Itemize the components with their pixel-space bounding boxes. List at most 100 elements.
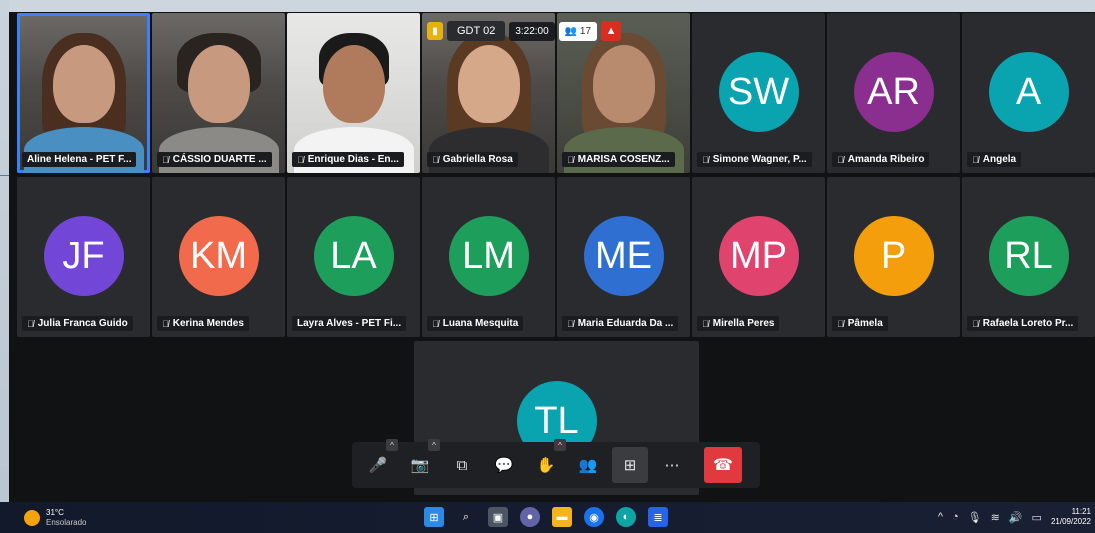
participant-name: 🎙̸ Kerina Mendes (157, 316, 249, 331)
chevron-up-icon[interactable]: ^ (386, 439, 398, 451)
mic-off-icon: 🎙̸ (297, 154, 304, 165)
camera-icon: 📷 (410, 457, 430, 474)
search-icon[interactable]: ⌕ (456, 507, 476, 527)
app-status-icon[interactable]: ◔ (952, 511, 959, 523)
warning-icon[interactable]: ▲ (601, 21, 622, 41)
mic-off-icon: 🎙̸ (27, 318, 34, 329)
avatar: JF (43, 216, 124, 296)
participant-name: 🎙̸ Gabriella Rosa (427, 152, 518, 167)
participant-tile-pamela[interactable]: P 🎙̸ Pâmela (827, 177, 960, 337)
notepad-icon[interactable]: ≣ (648, 507, 668, 527)
weather-widget[interactable]: 31°C Ensolarado (24, 508, 86, 528)
participant-name: 🎙̸ Simone Wagner, P... (697, 152, 812, 167)
participant-name: 🎙̸ Enrique Dias - En... (292, 152, 404, 167)
chevron-up-icon[interactable]: ^ (428, 439, 440, 451)
share-screen-button[interactable]: ⧉ (444, 447, 480, 483)
participant-tile-layra[interactable]: LA Layra Alves - PET Fi... (287, 177, 420, 337)
people-icon: 👥 (578, 457, 598, 474)
participant-tile-kerina[interactable]: KM 🎙̸ Kerina Mendes (152, 177, 285, 337)
participant-name: 🎙̸ MARISA COSENZ... (562, 152, 675, 167)
weather-condition: Ensolarado (46, 518, 87, 527)
more-options-button[interactable]: ⋯ (654, 447, 690, 483)
mic-off-icon: 🎙̸ (837, 318, 844, 329)
raise-hand-button[interactable]: ✋ ^ (528, 439, 566, 483)
file-explorer-icon[interactable]: ▬ (552, 507, 572, 527)
participant-count[interactable]: 👥 17 (558, 21, 598, 41)
avatar: LM (448, 216, 529, 296)
participant-name: 🎙̸ Julia Franca Guido (22, 316, 133, 331)
participant-tile-mirella[interactable]: MP 🎙̸ Mirella Peres (692, 177, 825, 337)
taskbar-apps: ⊞ ⌕ ▣ ● ▬ ◉ ◐ ≣ (424, 507, 668, 527)
avatar: SW (718, 52, 799, 132)
avatar: RL (988, 216, 1069, 296)
participant-name: 🎙̸ Amanda Ribeiro (832, 152, 930, 167)
avatar: KM (178, 216, 259, 296)
meeting-info-bar: ▮ GDT 02 3:22:00 👥 17 ▲ (427, 20, 622, 42)
participant-tile-simone[interactable]: SW 🎙̸ Simone Wagner, P... (692, 13, 825, 173)
end-call-button[interactable]: ☎ (704, 447, 742, 483)
participant-tile-rafaela[interactable]: RL 🎙̸ Rafaela Loreto Pr... (962, 177, 1095, 337)
mic-button[interactable]: 🎤 ^ (360, 439, 398, 483)
chat-button[interactable]: 💬 (486, 447, 522, 483)
participant-name: 🎙̸ Angela (967, 152, 1022, 167)
avatar: AR (853, 52, 934, 132)
windows-taskbar: 31°C Ensolarado ⊞ ⌕ ▣ ● ▬ ◉ ◐ ≣ ^ ◔ 🎙 ≋ … (0, 502, 1095, 533)
volume-icon[interactable]: 🔊 (1009, 511, 1023, 524)
system-tray: ^ ◔ 🎙 ≋ 🔊 ▭ 11:21 21/09/2022 (938, 507, 1091, 527)
mic-off-icon: 🎙̸ (432, 154, 439, 165)
participant-tile-maria-eduarda[interactable]: ME 🎙̸ Maria Eduarda Da ... (557, 177, 690, 337)
participant-tile-angela[interactable]: A 🎙̸ Angela (962, 13, 1095, 173)
participant-name: 🎙̸ Pâmela (832, 316, 888, 331)
hand-icon: ✋ (536, 457, 556, 474)
mic-off-icon: 🎙̸ (837, 154, 844, 165)
more-icon: ⋯ (664, 457, 680, 474)
mic-icon: 🎤 (368, 457, 388, 474)
teams-chat-icon[interactable]: ● (520, 507, 540, 527)
chevron-up-icon[interactable]: ^ (554, 439, 566, 451)
share-icon: ⧉ (456, 456, 468, 474)
temperature: 31°C (46, 508, 64, 517)
participant-tile-aline[interactable]: Aline Helena - PET F... (17, 13, 150, 173)
participant-name: Layra Alves - PET Fi... (292, 316, 407, 331)
meeting-window: Aline Helena - PET F... 🎙̸ CÁSSIO DUARTE … (9, 12, 1095, 502)
mic-off-icon: 🎙̸ (567, 154, 574, 165)
chrome-icon[interactable]: ◉ (584, 507, 604, 527)
avatar: P (853, 216, 934, 296)
camera-button[interactable]: 📷 ^ (402, 439, 440, 483)
participants-button[interactable]: 👥 (570, 447, 606, 483)
system-clock[interactable]: 11:21 21/09/2022 (1051, 507, 1091, 527)
wifi-icon[interactable]: ≋ (991, 511, 1000, 524)
participant-name: 🎙̸ Mirella Peres (697, 316, 780, 331)
edge-icon[interactable]: ◐ (616, 507, 636, 527)
mic-off-icon: 🎙̸ (162, 318, 169, 329)
task-view-icon[interactable]: ▣ (488, 507, 508, 527)
battery-icon[interactable]: ▭ (1032, 511, 1042, 524)
participant-tile-julia[interactable]: JF 🎙̸ Julia Franca Guido (17, 177, 150, 337)
mic-icon[interactable]: 🎙 (968, 511, 982, 524)
avatar: ME (583, 216, 664, 296)
chevron-up-icon[interactable]: ^ (938, 511, 943, 523)
signal-bars-icon[interactable]: ▮ (427, 22, 443, 40)
people-icon: 👥 (564, 25, 578, 37)
participant-tile-cassio[interactable]: 🎙̸ CÁSSIO DUARTE ... (152, 13, 285, 173)
hang-up-icon: ☎ (713, 457, 733, 474)
mic-off-icon: 🎙̸ (972, 318, 979, 329)
participant-name: 🎙̸ Maria Eduarda Da ... (562, 316, 679, 331)
participant-tile-luana[interactable]: LM 🎙̸ Luana Mesquita (422, 177, 555, 337)
layout-button[interactable]: ⊞ (612, 447, 648, 483)
participant-name: Aline Helena - PET F... (22, 152, 137, 167)
avatar: LA (313, 216, 394, 296)
participant-name: 🎙̸ CÁSSIO DUARTE ... (157, 152, 272, 167)
background-window-strip (0, 0, 14, 533)
grid-icon: ⊞ (623, 457, 637, 474)
mic-off-icon: 🎙̸ (162, 154, 169, 165)
meeting-timer: 3:22:00 (509, 21, 555, 41)
sun-icon (24, 510, 40, 526)
mic-off-icon: 🎙̸ (567, 318, 574, 329)
participant-tile-amanda[interactable]: AR 🎙̸ Amanda Ribeiro (827, 13, 960, 173)
windows-start-icon[interactable]: ⊞ (424, 507, 444, 527)
meeting-name: GDT 02 (447, 21, 506, 41)
mic-off-icon: 🎙̸ (972, 154, 979, 165)
participant-tile-enrique[interactable]: 🎙̸ Enrique Dias - En... (287, 13, 420, 173)
mic-off-icon: 🎙̸ (702, 318, 709, 329)
